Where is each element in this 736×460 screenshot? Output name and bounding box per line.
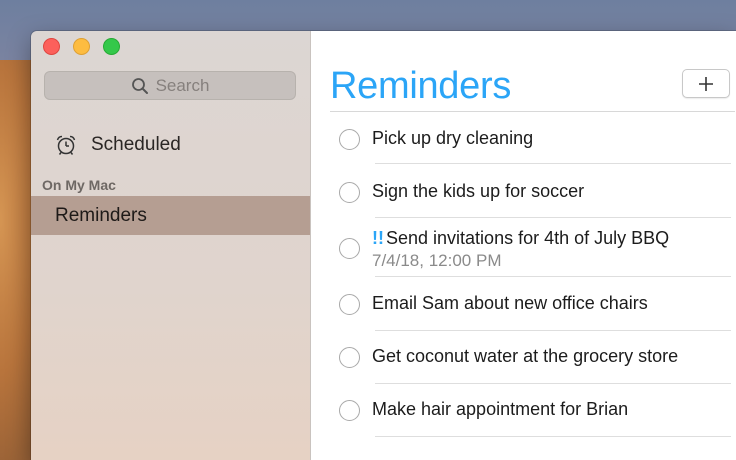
completion-checkbox[interactable] [339,294,360,315]
list-item[interactable]: !! Send invitations for 4th of July BBQ 7… [311,218,736,278]
reminder-title[interactable]: Sign the kids up for soccer [372,181,584,202]
reminder-title[interactable]: Email Sam about new office chairs [372,293,648,314]
priority-marker: !! [372,228,384,248]
reminder-title-row[interactable]: !! Send invitations for 4th of July BBQ [372,228,669,249]
item-divider [375,163,731,164]
sidebar-item-reminders[interactable]: Reminders [31,196,310,235]
list-title: Reminders [330,65,512,107]
search-field[interactable]: Search [44,71,296,100]
completion-checkbox[interactable] [339,400,360,421]
close-window-button[interactable] [43,38,60,55]
add-reminder-button[interactable] [682,69,730,98]
reminder-title[interactable]: Get coconut water at the grocery store [372,346,678,367]
alarm-clock-icon [56,135,76,155]
list-item[interactable]: Pick up dry cleaning [311,112,736,165]
sidebar: Search Scheduled On My Mac Reminders [31,31,311,460]
sidebar-item-label: Reminders [55,204,147,226]
reminder-title[interactable]: Pick up dry cleaning [372,128,533,149]
sidebar-item-scheduled[interactable]: Scheduled [55,130,181,160]
zoom-window-button[interactable] [103,38,120,55]
reminder-title[interactable]: Make hair appointment for Brian [372,399,628,420]
list-item[interactable]: Email Sam about new office chairs [311,278,736,331]
due-date: 7/4/18, 12:00 PM [372,251,502,270]
plus-icon [699,76,713,91]
completion-checkbox[interactable] [339,129,360,150]
list-item[interactable]: Make hair appointment for Brian [311,384,736,437]
list-item[interactable]: Get coconut water at the grocery store [311,331,736,384]
sidebar-item-label: Scheduled [91,134,181,155]
search-placeholder: Search [155,75,210,95]
completion-checkbox[interactable] [339,182,360,203]
completion-checkbox[interactable] [339,238,360,259]
reminder-title: Send invitations for 4th of July BBQ [386,228,670,248]
completion-checkbox[interactable] [339,347,360,368]
search-icon [131,77,148,94]
reminders-list-pane: Reminders Pick up dry cleaning Sign the … [311,31,736,460]
item-divider [375,276,731,277]
reminders-window: Search Scheduled On My Mac Reminders Rem… [31,31,736,460]
minimize-window-button[interactable] [73,38,90,55]
list-item[interactable]: Sign the kids up for soccer [311,165,736,218]
section-header-on-my-mac: On My Mac [42,177,116,193]
item-divider [375,436,731,437]
